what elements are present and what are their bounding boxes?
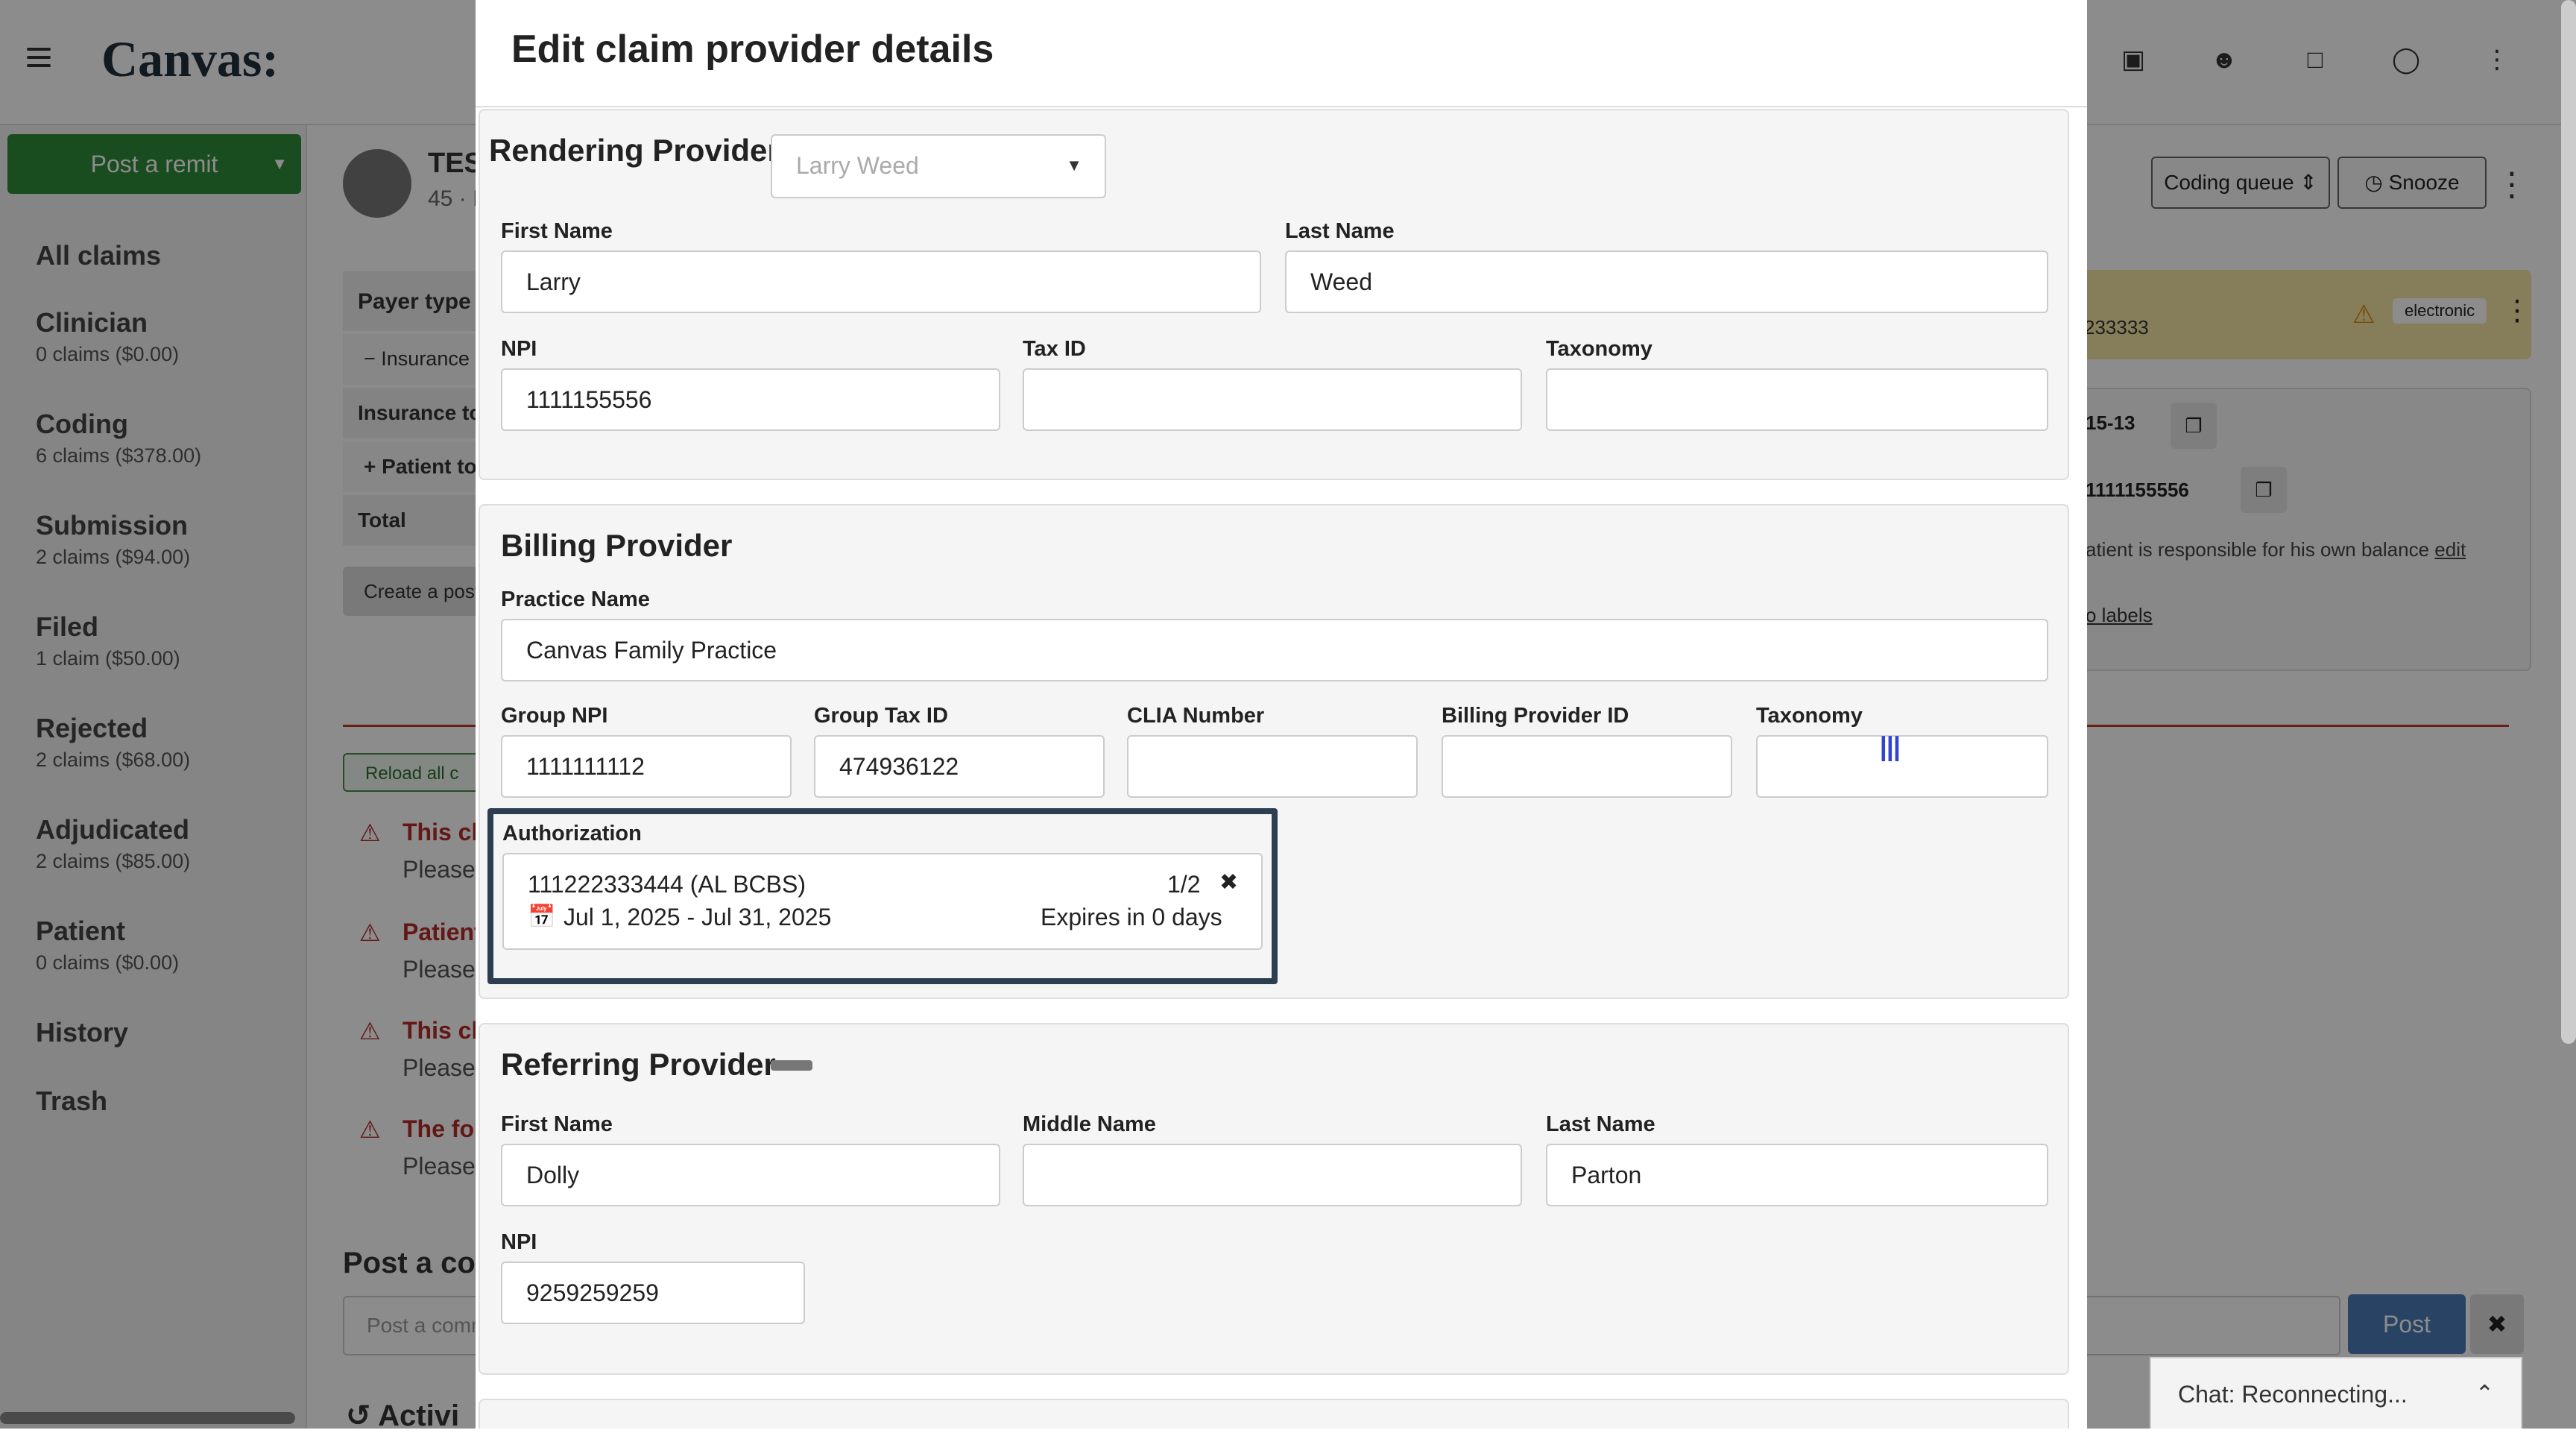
- rendering-provider-title: Rendering Provider: [489, 133, 780, 168]
- text-cursor-icon: Ⅲ: [1878, 730, 1902, 769]
- middle-name-label: Middle Name: [1023, 1112, 1156, 1136]
- rendering-last-name-input[interactable]: Weed: [1285, 251, 2048, 313]
- referring-last-name-input[interactable]: Parton: [1546, 1144, 2048, 1206]
- referring-first-name-input[interactable]: Dolly: [501, 1144, 1000, 1206]
- group-npi-input[interactable]: 1111111112: [501, 735, 792, 798]
- rendering-tax-id-input[interactable]: [1023, 368, 1522, 431]
- practice-name-label: Practice Name: [501, 588, 650, 611]
- referring-middle-name-input[interactable]: [1023, 1144, 1522, 1206]
- first-name-label: First Name: [501, 219, 613, 243]
- referring-provider-title: Referring Provider: [501, 1047, 776, 1082]
- authorization-count: 1/2: [1167, 871, 1201, 898]
- authorization-date-range: Jul 1, 2025 - Jul 31, 2025: [564, 904, 832, 930]
- authorization-label: Authorization: [502, 822, 642, 845]
- edit-provider-modal: Edit claim provider details Rendering Pr…: [476, 0, 2087, 1429]
- calendar-icon: 📅: [528, 904, 556, 929]
- referring-npi-input[interactable]: 9259259259: [501, 1262, 805, 1324]
- billing-provider-id-input[interactable]: [1442, 735, 1732, 798]
- authorization-expiry: Expires in 0 days: [1041, 904, 1222, 930]
- billing-provider-section: Billing Provider Practice Name Canvas Fa…: [479, 504, 2069, 999]
- clia-number-input[interactable]: [1127, 735, 1418, 798]
- billing-taxonomy-label: Taxonomy: [1756, 704, 1863, 728]
- rendering-provider-section: Rendering Provider Larry Weed ▼ First Na…: [479, 109, 2069, 480]
- npi-label: NPI: [501, 1230, 537, 1254]
- authorization-box: Authorization 111222333444 (AL BCBS) 1/2…: [487, 808, 1278, 984]
- first-name-label: First Name: [501, 1112, 613, 1136]
- page-scrollbar[interactable]: [2561, 0, 2576, 1044]
- chevron-up-icon[interactable]: ⌃: [2475, 1358, 2494, 1430]
- rendering-taxonomy-input[interactable]: [1546, 368, 2048, 431]
- collapse-toggle-icon[interactable]: [771, 1060, 812, 1071]
- practice-name-input[interactable]: Canvas Family Practice: [501, 619, 2048, 681]
- chat-widget[interactable]: Chat: Reconnecting... ⌃: [2150, 1357, 2522, 1429]
- remove-authorization-icon[interactable]: ✖: [1219, 869, 1238, 895]
- tax-id-label: Tax ID: [1023, 337, 1086, 361]
- last-name-label: Last Name: [1546, 1112, 1655, 1136]
- taxonomy-label: Taxonomy: [1546, 337, 1652, 361]
- npi-label: NPI: [501, 337, 537, 361]
- clia-number-label: CLIA Number: [1127, 704, 1265, 728]
- last-name-label: Last Name: [1285, 219, 1395, 243]
- billing-taxonomy-input[interactable]: [1756, 735, 2048, 798]
- rendering-npi-input[interactable]: 1111155556: [501, 368, 1000, 431]
- chat-status: Chat: Reconnecting...: [2178, 1381, 2408, 1408]
- billing-provider-id-label: Billing Provider ID: [1442, 704, 1629, 728]
- caret-down-icon: ▼: [1066, 156, 1082, 174]
- modal-title: Edit claim provider details: [511, 28, 994, 71]
- authorization-card[interactable]: 111222333444 (AL BCBS) 1/2 ✖ 📅 Jul 1, 20…: [502, 853, 1263, 950]
- referring-provider-section: Referring Provider First Name Dolly Midd…: [479, 1023, 2069, 1375]
- divider: [476, 106, 2087, 107]
- rendering-provider-value: Larry Weed: [796, 152, 919, 179]
- group-tax-id-input[interactable]: 474936122: [814, 735, 1105, 798]
- group-tax-id-label: Group Tax ID: [814, 704, 948, 728]
- authorization-number: 111222333444 (AL BCBS): [528, 871, 806, 898]
- billing-provider-title: Billing Provider: [501, 528, 733, 563]
- next-section: [479, 1399, 2069, 1429]
- rendering-first-name-input[interactable]: Larry: [501, 251, 1261, 313]
- rendering-provider-select[interactable]: Larry Weed ▼: [771, 134, 1106, 198]
- group-npi-label: Group NPI: [501, 704, 608, 728]
